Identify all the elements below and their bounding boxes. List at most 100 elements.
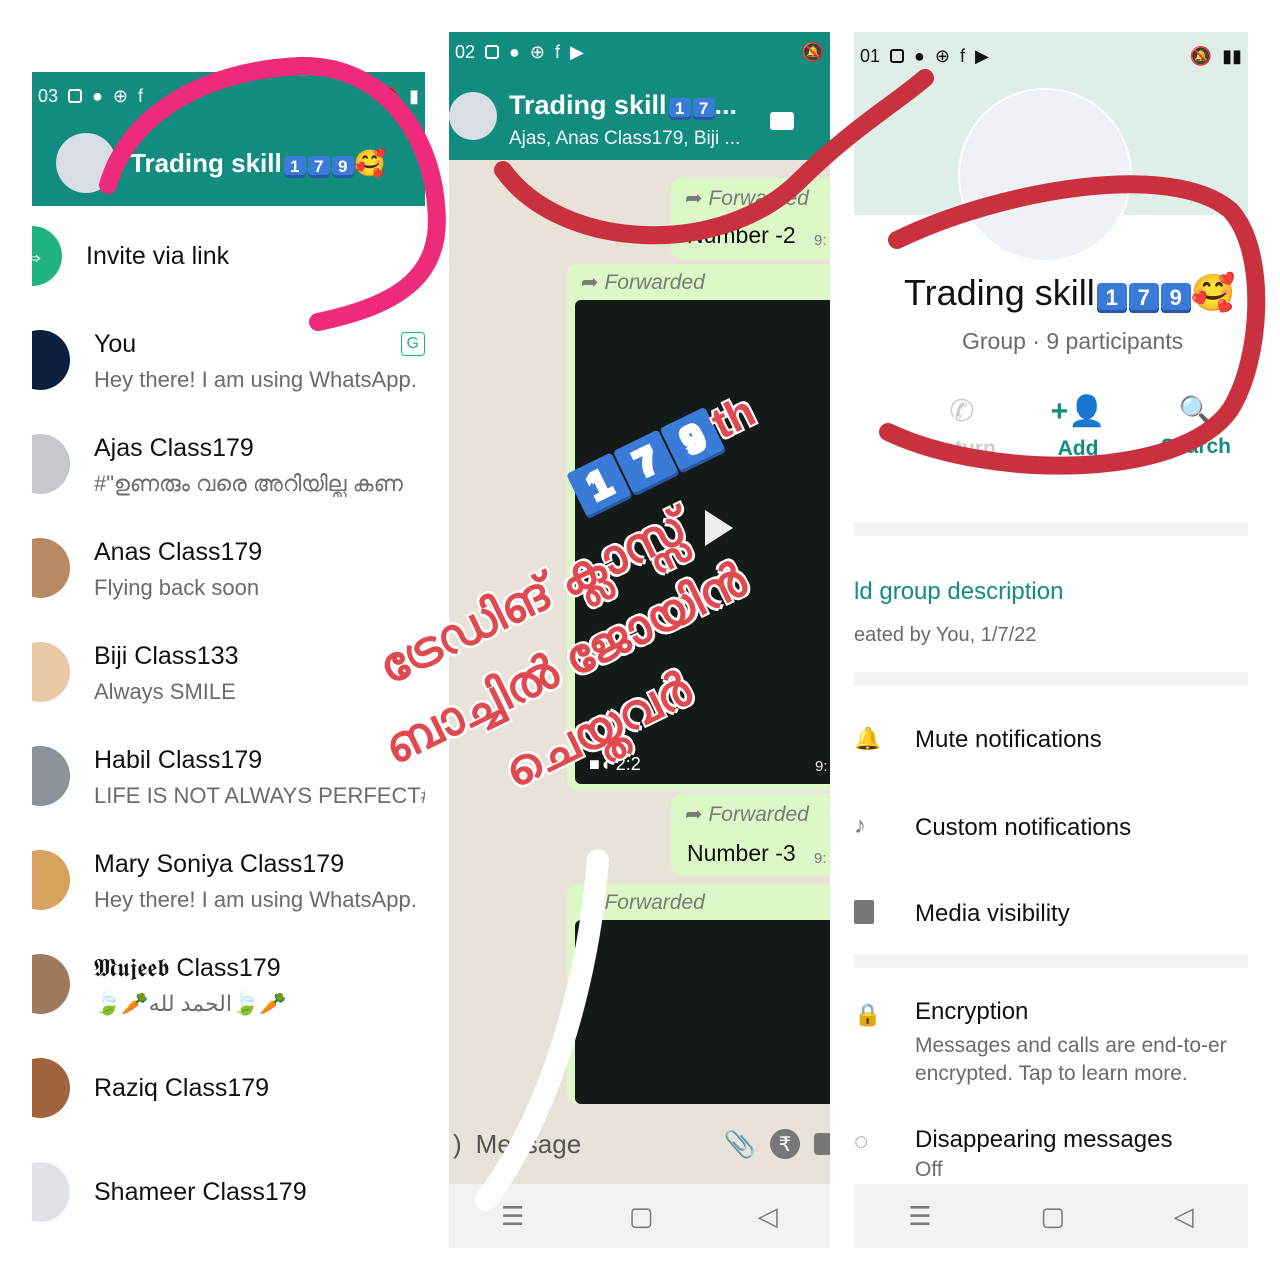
member-name: Anas Class179	[94, 538, 263, 566]
member-status: Hey there! I am using WhatsApp.	[94, 367, 417, 392]
message-time: 9:	[814, 850, 827, 867]
avatar	[32, 642, 70, 702]
member-name: Ajas Class179	[94, 434, 254, 462]
music-note-icon: ♪	[854, 812, 866, 839]
member-name: Mary Soniya Class179	[94, 850, 345, 878]
camera-icon[interactable]	[814, 1133, 830, 1155]
member-name: You	[94, 330, 137, 358]
message-bubble[interactable]: ➦ Forwarded Number -2 9:	[671, 178, 830, 260]
timer-icon: ◌	[854, 1128, 869, 1155]
system-navbar: ☰ ▢ ◁	[449, 1184, 830, 1248]
group-header[interactable]: Trading skill 1 7 9 🥰	[32, 120, 425, 206]
message-text: Number -2	[687, 222, 796, 248]
search-button[interactable]: 🔍 Search	[1144, 394, 1248, 459]
link-icon: ⇔	[32, 226, 62, 286]
divider	[854, 672, 1248, 686]
avatar	[32, 538, 70, 598]
avatar	[32, 1162, 70, 1222]
member-row[interactable]: Habil Class179 LIFE IS NOT ALWAYS PERFEC…	[32, 746, 425, 809]
video-message[interactable]: ➦ Forwarded ■◖ 2:2 9:	[567, 264, 830, 790]
emoji-icon[interactable]: )	[453, 1129, 462, 1160]
jio-icon: ●	[914, 45, 925, 66]
jio-icon: ●	[92, 85, 103, 106]
group-avatar	[449, 92, 497, 140]
message-icon	[890, 49, 905, 63]
message-text: Number -3	[687, 840, 796, 866]
avatar	[32, 330, 70, 390]
avatar	[32, 954, 70, 1014]
avatar	[32, 746, 70, 806]
back-icon[interactable]: ◁	[1174, 1201, 1194, 1232]
menu-icon[interactable]: ☰	[501, 1201, 524, 1232]
mute-icon: 🔕	[801, 41, 824, 62]
facebook-icon: f	[960, 45, 966, 66]
play-icon[interactable]	[705, 510, 733, 546]
group-avatar	[56, 133, 116, 193]
message-input[interactable]: Message	[476, 1129, 710, 1160]
member-row[interactable]: Shameer Class179	[32, 1162, 425, 1222]
phone-icon: ✆	[949, 395, 975, 428]
system-navbar: ☰ ▢ ◁	[854, 1184, 1248, 1248]
video-thumbnail[interactable]	[575, 920, 830, 1104]
forwarded-label: ➦ Forwarded	[581, 891, 705, 914]
add-participant-button[interactable]: +👤 Add	[1028, 394, 1128, 461]
member-status: #"ഉണരും വരെ അറിയില്ല കണ	[94, 471, 403, 496]
grid-icon: ⊕	[529, 41, 545, 62]
video-thumbnail[interactable]: ■◖ 2:2 9:	[575, 300, 830, 784]
add-description-link[interactable]: ld group description	[854, 578, 1063, 606]
member-row[interactable]: Anas Class179 Flying back soon	[32, 538, 425, 601]
group-subtitle: Group · 9 participants	[962, 328, 1184, 354]
attach-icon[interactable]: 📎	[724, 1129, 756, 1160]
mute-notifications-row[interactable]: 🔔 Mute notifications	[854, 722, 1248, 772]
message-bubble[interactable]: ➦ Forwarded Number -3 9:	[671, 794, 830, 876]
video-call-icon[interactable]	[770, 112, 794, 130]
member-row[interactable]: 𝕸𝖚𝖏𝖊𝖊𝖇 Class179 🍃🥕الحمد لله🍃🥕	[32, 954, 425, 1017]
video-message[interactable]: ➦ Forwarded	[567, 884, 830, 1104]
forwarded-label: ➦ Forwarded	[581, 271, 705, 294]
avatar	[32, 1058, 70, 1118]
member-name: Habil Class179	[94, 746, 263, 774]
message-composer[interactable]: ) Message 📎 ₹	[449, 1114, 830, 1174]
group-photo[interactable]	[958, 88, 1132, 262]
chat-panel: 02 ● ⊕ f ▶ 🔕 Trading skill 1 7... Ajas, An…	[449, 32, 830, 1248]
participants-panel: 03 ● ⊕ f 🔕 ▮ Trading skill 1 7 9 🥰 ⇔ Invite …	[32, 72, 425, 1248]
add-person-icon: +👤	[1050, 395, 1106, 428]
grid-icon: ⊕	[934, 45, 950, 66]
facebook-icon: f	[555, 41, 561, 62]
invite-via-link[interactable]: ⇔ Invite via link	[32, 226, 425, 286]
media-visibility-row[interactable]: Media visibility	[854, 896, 1248, 946]
grid-icon: ⊕	[112, 85, 128, 106]
group-title: Trading skill 1 7 9 🥰	[904, 272, 1236, 313]
member-row[interactable]: Raziq Class179	[32, 1058, 425, 1118]
disappearing-messages-row[interactable]: ◌ Disappearing messages Off	[854, 1124, 1248, 1188]
status-bar: 01 ● ⊕ f ▶ 🔕 ▮▮	[854, 32, 1248, 80]
message-icon	[68, 89, 83, 103]
call-button[interactable]: ✆ Return	[914, 394, 1010, 461]
member-name: 𝕸𝖚𝖏𝖊𝖊𝖇 Class179	[94, 954, 281, 982]
member-row[interactable]: Mary Soniya Class179 Hey there! I am usi…	[32, 850, 425, 913]
video-duration: ■◖ 2:2	[589, 754, 641, 774]
home-icon[interactable]: ▢	[1040, 1201, 1065, 1232]
custom-notifications-row[interactable]: ♪ Custom notifications	[854, 810, 1248, 860]
encryption-row[interactable]: 🔒 Encryption Messages and calls are end-…	[854, 994, 1248, 1090]
back-icon[interactable]: ◁	[758, 1201, 778, 1232]
member-row[interactable]: You Hey there! I am using WhatsApp. G	[32, 330, 425, 393]
member-status: LIFE IS NOT ALWAYS PERFECT#	[94, 783, 425, 808]
lock-icon: 🔒	[854, 1002, 882, 1027]
mute-icon: 🔕	[376, 85, 400, 106]
member-row[interactable]: Biji Class133 Always SMILE	[32, 642, 425, 705]
member-status: 🍃🥕الحمد لله🍃🥕	[94, 991, 287, 1016]
signal-icon: ▮	[409, 85, 419, 106]
rupee-icon[interactable]: ₹	[770, 1129, 800, 1159]
chat-header[interactable]: 02 ● ⊕ f ▶ 🔕 Trading skill 1 7... Ajas, An…	[449, 32, 830, 160]
forwarded-label: ➦ Forwarded	[685, 187, 809, 210]
search-icon: 🔍	[1178, 395, 1214, 426]
menu-icon[interactable]: ☰	[908, 1201, 931, 1232]
member-row[interactable]: Ajas Class179 #"ഉണരും വരെ അറിയില്ല കണ	[32, 434, 425, 497]
member-status: Always SMILE	[94, 679, 236, 704]
group-info-panel: 01 ● ⊕ f ▶ 🔕 ▮▮ Trading skill 1 7 9 🥰 Group …	[854, 32, 1248, 1248]
status-time: 03	[38, 85, 59, 106]
member-status: Hey there! I am using WhatsApp.	[94, 887, 417, 912]
image-icon	[854, 900, 874, 924]
home-icon[interactable]: ▢	[629, 1201, 654, 1232]
